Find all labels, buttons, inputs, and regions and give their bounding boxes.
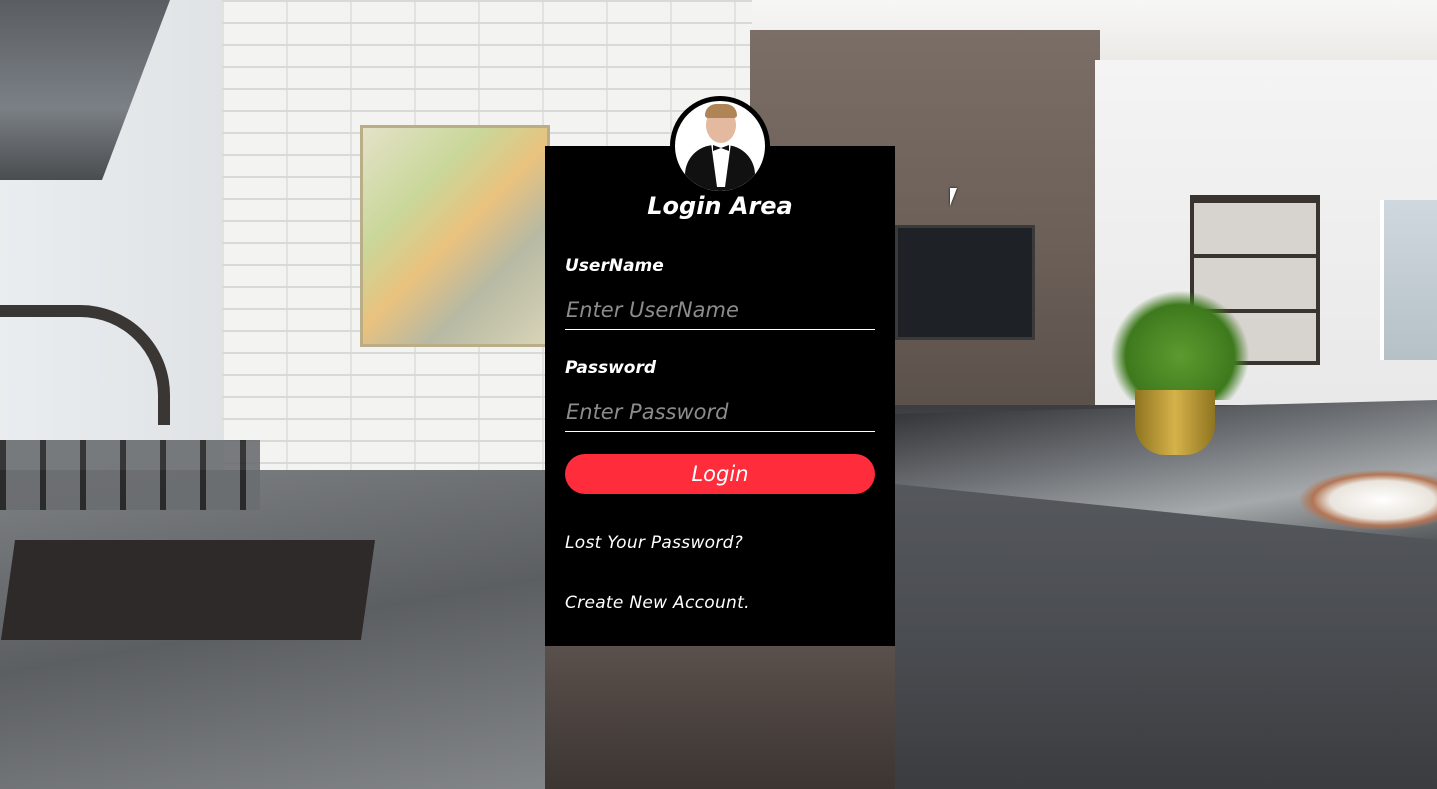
mouse-pointer-icon xyxy=(950,188,957,206)
background-sink xyxy=(0,540,376,640)
login-card: Login Area UserName Password Login Lost … xyxy=(545,146,895,646)
background-plant xyxy=(1110,290,1250,400)
background-stove xyxy=(0,440,260,510)
password-input[interactable] xyxy=(565,392,875,432)
background-vase xyxy=(1135,390,1215,455)
user-avatar-icon xyxy=(670,96,770,196)
background-window xyxy=(1380,200,1437,360)
background-floor xyxy=(545,645,895,789)
login-title: Login Area xyxy=(647,192,793,220)
password-label: Password xyxy=(565,358,657,378)
background-painting xyxy=(360,125,550,347)
background-tv xyxy=(895,225,1035,340)
create-account-link[interactable]: Create New Account. xyxy=(565,593,750,613)
username-label: UserName xyxy=(565,256,664,276)
avatar-hair xyxy=(705,104,737,118)
background-plates xyxy=(1300,470,1437,530)
login-button[interactable]: Login xyxy=(565,454,875,494)
lost-password-link[interactable]: Lost Your Password? xyxy=(565,533,743,553)
username-input[interactable] xyxy=(565,290,875,330)
